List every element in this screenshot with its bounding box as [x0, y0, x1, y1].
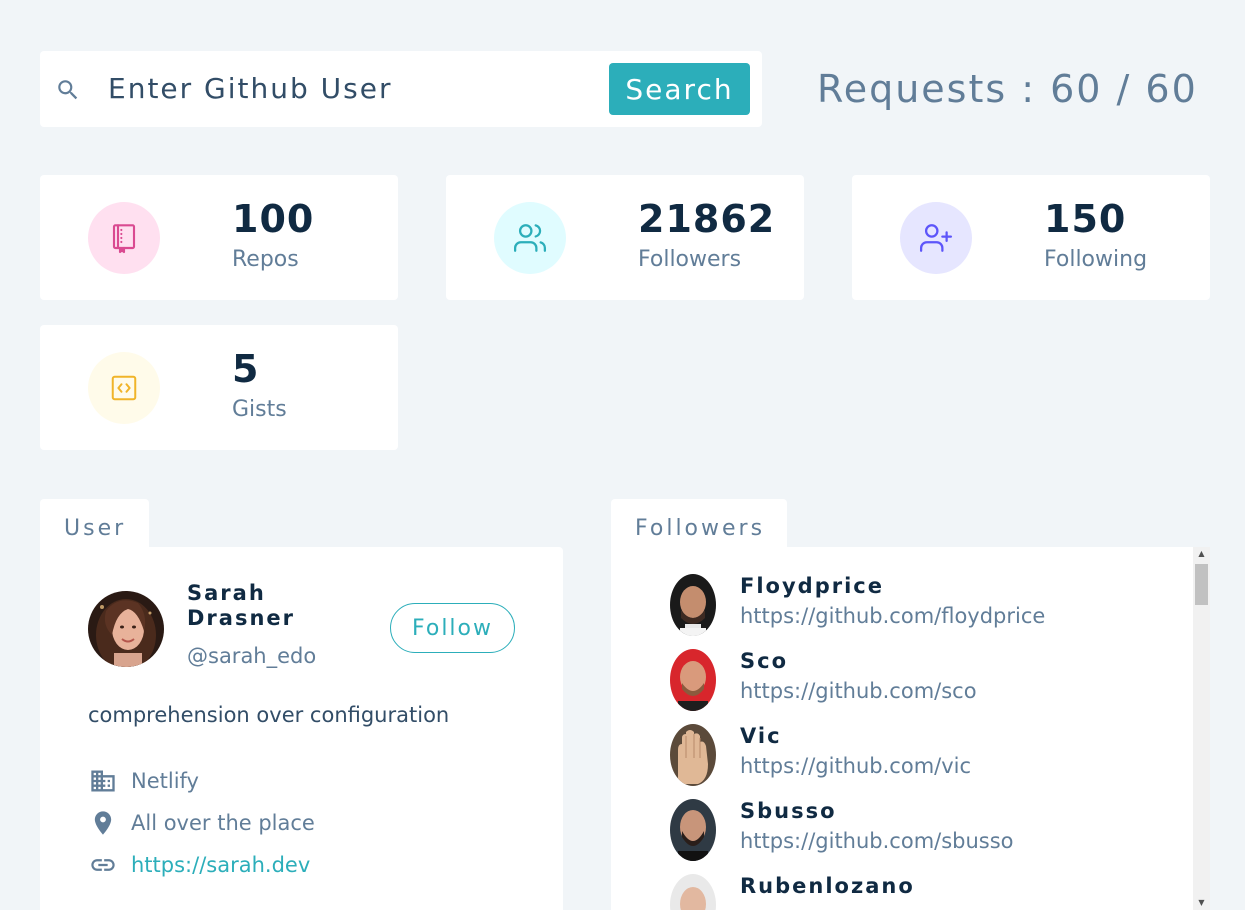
stat-card-repos: 100 Repos: [40, 175, 398, 300]
follower-name: Sbusso: [740, 799, 837, 823]
follow-button[interactable]: Follow: [390, 603, 515, 653]
follower-name: Rubenlozano: [740, 874, 915, 898]
building-icon: [88, 766, 118, 796]
blog-link[interactable]: https://sarah.dev: [131, 850, 310, 880]
scroll-thumb[interactable]: [1195, 564, 1208, 605]
user-name: Sarah Drasner: [187, 581, 296, 630]
follower-url[interactable]: https://github.com/floydprice: [740, 601, 1045, 631]
user-plus-icon: [900, 202, 972, 274]
follower-url[interactable]: https://github.com/sco: [740, 676, 977, 706]
followers-count: 21862: [638, 197, 776, 241]
following-label: Following: [1044, 247, 1148, 272]
followers-panel-tab: Followers: [611, 499, 787, 549]
follower-name: Vic: [740, 724, 782, 748]
followers-scrollbar[interactable]: ▲ ▼: [1193, 547, 1210, 910]
user-panel-tab: User: [40, 499, 149, 549]
scroll-up-arrow-icon[interactable]: ▲: [1193, 547, 1210, 561]
location-text: All over the place: [131, 811, 315, 835]
users-icon: [494, 202, 566, 274]
following-count: 150: [1044, 197, 1127, 241]
search-input[interactable]: [108, 66, 598, 110]
code-icon: [88, 352, 160, 424]
follower-name: Floydprice: [740, 574, 884, 598]
search-button[interactable]: Search: [609, 63, 750, 115]
gists-count: 5: [232, 347, 260, 391]
user-avatar: [88, 591, 164, 667]
follower-name: Sco: [740, 649, 788, 673]
user-location: All over the place: [88, 808, 315, 838]
search-icon: [55, 77, 81, 103]
stat-card-gists: 5 Gists: [40, 325, 398, 450]
repos-label: Repos: [232, 247, 299, 272]
company-text: Netlify: [131, 769, 199, 793]
requests-counter: Requests : 60 / 60: [817, 67, 1198, 111]
followers-label: Followers: [638, 247, 742, 272]
scroll-down-arrow-icon[interactable]: ▼: [1193, 896, 1210, 910]
repos-count: 100: [232, 197, 315, 241]
gists-label: Gists: [232, 397, 287, 422]
location-pin-icon: [88, 808, 118, 838]
user-handle: @sarah_edo: [187, 644, 317, 668]
follower-avatar: [670, 649, 716, 711]
link-icon: [88, 850, 118, 880]
follower-url[interactable]: https://github.com/sbusso: [740, 826, 1014, 856]
follower-avatar: [670, 724, 716, 786]
stat-card-followers: 21862 Followers: [446, 175, 804, 300]
user-blog: https://sarah.dev: [88, 850, 310, 880]
book-icon: [88, 202, 160, 274]
user-company: Netlify: [88, 766, 199, 796]
stat-card-following: 150 Following: [852, 175, 1210, 300]
user-bio: comprehension over configuration: [88, 703, 450, 727]
follower-url[interactable]: https://github.com/vic: [740, 751, 971, 781]
follower-avatar: [670, 799, 716, 861]
follower-avatar: [670, 574, 716, 636]
